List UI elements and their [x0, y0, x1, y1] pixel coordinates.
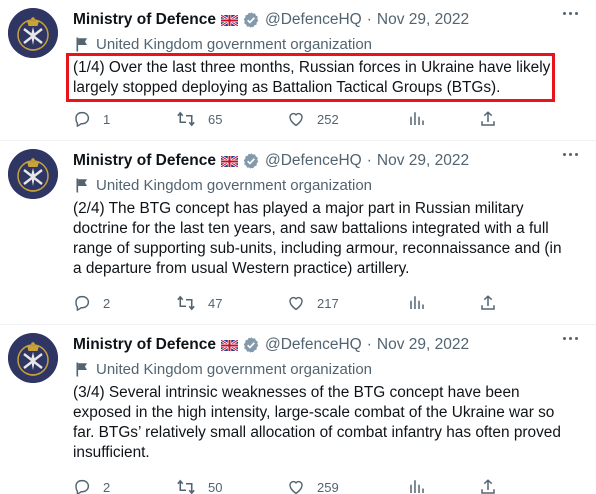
tweet-date[interactable]: Nov 29, 2022 — [377, 152, 469, 170]
heart-icon — [287, 294, 305, 312]
retweet-icon — [176, 294, 196, 312]
retweet-count: 65 — [208, 111, 223, 127]
more-icon[interactable] — [563, 337, 578, 340]
views-button[interactable] — [408, 110, 426, 128]
verified-badge-icon — [242, 11, 260, 29]
retweet-button[interactable]: 47 — [176, 294, 222, 312]
retweet-icon — [176, 110, 196, 128]
affiliation-label[interactable]: United Kingdom government organization — [96, 177, 372, 194]
tweet-date[interactable]: Nov 29, 2022 — [377, 336, 469, 354]
highlight-box — [66, 53, 555, 102]
like-count: 217 — [317, 295, 339, 311]
tweet[interactable]: Ministry of Defence @DefenceHQ · Nov 29,… — [0, 325, 596, 494]
retweet-count: 47 — [208, 295, 223, 311]
mod-crest-icon — [8, 333, 58, 383]
reply-count: 2 — [103, 295, 111, 311]
tweet-text: (3/4) Several intrinsic weaknesses of th… — [73, 384, 561, 461]
tweet[interactable]: Ministry of Defence @DefenceHQ · Nov 29,… — [0, 141, 596, 325]
mod-crest-icon — [8, 8, 58, 58]
author-handle[interactable]: @DefenceHQ — [265, 11, 362, 29]
views-button[interactable] — [408, 294, 426, 312]
like-button[interactable]: 252 — [287, 110, 339, 128]
author-name[interactable]: Ministry of Defence — [73, 11, 216, 29]
retweet-button[interactable]: 65 — [176, 110, 222, 128]
reply-icon — [73, 478, 91, 494]
author-handle[interactable]: @DefenceHQ — [265, 152, 362, 170]
government-flag-icon — [76, 178, 88, 193]
uk-flag-icon — [220, 339, 238, 351]
reply-button[interactable]: 2 — [73, 294, 110, 312]
analytics-icon — [408, 110, 426, 128]
author-name[interactable]: Ministry of Defence — [73, 152, 216, 170]
action-bar: 1 65 252 — [73, 110, 513, 130]
analytics-icon — [408, 478, 426, 494]
reply-button[interactable]: 2 — [73, 478, 110, 494]
like-button[interactable]: 217 — [287, 294, 339, 312]
share-button[interactable] — [479, 478, 497, 494]
separator-dot: · — [366, 11, 372, 28]
government-flag-icon — [76, 37, 88, 52]
more-icon[interactable] — [563, 153, 578, 156]
reply-button[interactable]: 1 — [73, 110, 110, 128]
like-count: 252 — [317, 111, 339, 127]
tweet[interactable]: Ministry of Defence @DefenceHQ · Nov 29,… — [0, 0, 596, 141]
affiliation-label[interactable]: United Kingdom government organization — [96, 361, 372, 378]
views-button[interactable] — [408, 478, 426, 494]
share-icon — [479, 110, 497, 128]
reply-count: 2 — [103, 479, 111, 494]
affiliation-label[interactable]: United Kingdom government organization — [96, 36, 372, 53]
uk-flag-icon — [220, 155, 238, 167]
share-button[interactable] — [479, 294, 497, 312]
author-name[interactable]: Ministry of Defence — [73, 336, 216, 354]
separator-dot: · — [366, 152, 372, 169]
action-bar: 2 47 217 — [73, 294, 513, 314]
author-handle[interactable]: @DefenceHQ — [265, 336, 362, 354]
verified-badge-icon — [242, 152, 260, 170]
like-button[interactable]: 259 — [287, 478, 339, 494]
avatar[interactable] — [8, 149, 58, 199]
avatar[interactable] — [8, 8, 58, 58]
uk-flag-icon — [220, 14, 238, 26]
reply-icon — [73, 294, 91, 312]
reply-icon — [73, 110, 91, 128]
heart-icon — [287, 110, 305, 128]
heart-icon — [287, 478, 305, 494]
tweet-text: (2/4) The BTG concept has played a major… — [73, 200, 562, 277]
retweet-icon — [176, 478, 196, 494]
government-flag-icon — [76, 362, 88, 377]
avatar[interactable] — [8, 333, 58, 383]
more-icon[interactable] — [563, 12, 578, 15]
share-button[interactable] — [479, 110, 497, 128]
analytics-icon — [408, 294, 426, 312]
mod-crest-icon — [8, 149, 58, 199]
tweet-date[interactable]: Nov 29, 2022 — [377, 11, 469, 29]
share-icon — [479, 294, 497, 312]
retweet-count: 50 — [208, 479, 223, 494]
verified-badge-icon — [242, 336, 260, 354]
action-bar: 2 50 259 — [73, 478, 513, 494]
reply-count: 1 — [103, 111, 111, 127]
like-count: 259 — [317, 479, 339, 494]
share-icon — [479, 478, 497, 494]
retweet-button[interactable]: 50 — [176, 478, 222, 494]
separator-dot: · — [366, 336, 372, 353]
